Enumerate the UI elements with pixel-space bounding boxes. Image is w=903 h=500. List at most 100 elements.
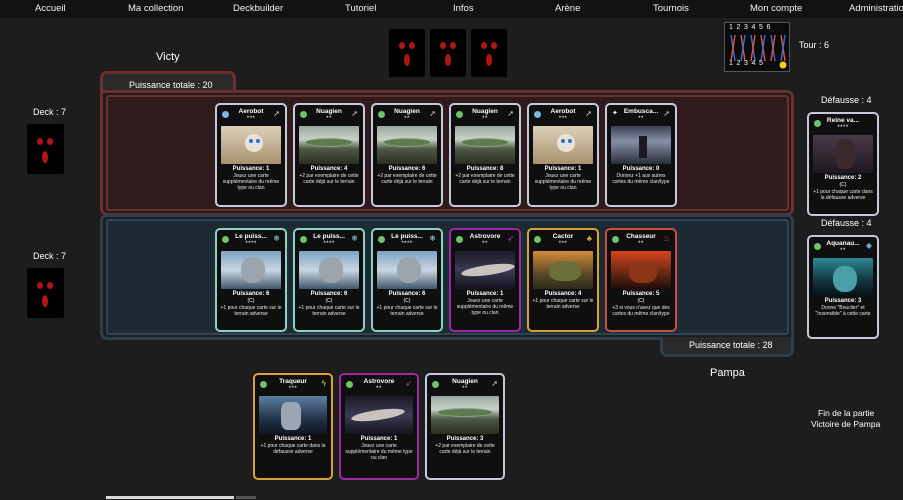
card-power: Puissance: 3: [446, 436, 484, 442]
card-power: Puissance: 4: [544, 291, 582, 297]
card-art: [299, 126, 359, 164]
tracker-top-3: 3: [744, 24, 752, 31]
card-art: [299, 251, 359, 289]
card-power: Puissance: 1: [466, 291, 504, 297]
card-power: Puissance: 3: [824, 298, 862, 304]
nav-tutoriel[interactable]: Tutoriel: [345, 3, 376, 14]
game-card[interactable]: ϟ Traqueur *** Puissance: 1 +1 pour chaque c…: [253, 373, 333, 480]
card-power: Puissance: 6: [388, 291, 426, 297]
card-art: [611, 126, 671, 164]
nav-administration[interactable]: Administration: [849, 3, 903, 14]
card-desc: +1 pour chaque carte sur le terrain adve…: [220, 305, 282, 317]
card-art: [377, 126, 437, 164]
card-stars: **: [482, 241, 488, 247]
player-total-tab: Puissance totale : 28: [660, 337, 794, 357]
game-card[interactable]: ❄ Le puiss... **** Puissance: 6 (C) +1 pour c…: [215, 228, 287, 332]
card-power: Puissance: 4: [310, 166, 348, 172]
card-art: [431, 396, 499, 434]
tracker-bottom-4: 4: [751, 60, 759, 67]
card-desc: Jouez une carte supplémentaire du même t…: [534, 173, 592, 191]
card-name: Nuagien: [472, 108, 498, 115]
card-name: Nuagien: [452, 378, 478, 385]
card-power: Puissance: 6: [232, 291, 270, 297]
opponent-deck-count: Deck : 7: [33, 107, 67, 117]
game-card[interactable]: ◆ Aquanau... ** Puissance: 3 Donne "Bouclier…: [807, 235, 879, 339]
nav-infos[interactable]: Infos: [453, 3, 474, 14]
card-art: [533, 126, 593, 164]
game-card[interactable]: ✦ ➚ Embusca... ** Puissance: 0 Donnez +1 aux …: [605, 103, 677, 207]
nav-accueil[interactable]: Accueil: [35, 3, 66, 14]
game-card[interactable]: ➚ Aerobot *** Puissance: 1 Jouez une carte s…: [527, 103, 599, 207]
game-card[interactable]: ♣ Cactor *** Puissance: 4 +1 pour chaque car…: [527, 228, 599, 332]
card-name: Aerobot: [238, 108, 264, 115]
card-tag: (C): [637, 298, 645, 304]
card-name: Chasseur: [626, 233, 656, 240]
game-card[interactable]: ❄ Le puiss... **** Puissance: 6 (C) +1 pour c…: [293, 228, 365, 332]
tracker-top-1: 1: [729, 24, 737, 31]
opponent-board: [106, 95, 789, 211]
card-art: [533, 251, 593, 289]
card-desc: +2 par exemplaire de cette carte déjà su…: [455, 173, 515, 185]
card-tag: (C): [247, 298, 255, 304]
card-art: [377, 251, 437, 289]
card-stars: ****: [837, 125, 849, 131]
card-power: Puissance: 5: [622, 291, 660, 297]
nav-mon-compte[interactable]: Mon compte: [750, 3, 802, 14]
opponent-discard-label: Défausse : 4: [821, 95, 872, 105]
player-total: Puissance totale : 28: [689, 340, 773, 350]
tracker-bottom-5: 5: [759, 60, 767, 67]
card-art: [813, 258, 873, 296]
game-card[interactable]: ➚ Nuagien ** Puissance: 6 +2 par exemplaire …: [371, 103, 443, 207]
turn-tracker: 123456 12345: [724, 22, 790, 72]
card-tag: (C): [839, 182, 847, 188]
card-desc: +2 par exemplaire de cette carte déjà su…: [377, 173, 437, 185]
game-card[interactable]: ♨ Chasseur ** Puissance: 5 (C) +3 si vous n'a…: [605, 228, 677, 332]
game-card[interactable]: Reine va... **** Puissance: 2 (C) +1 pour ch…: [807, 112, 879, 216]
card-name: Nuagien: [394, 108, 420, 115]
card-power: Puissance: 8: [466, 166, 504, 172]
card-name: Cactor: [552, 233, 574, 240]
card-stars: **: [482, 116, 488, 122]
tracker-top-2: 2: [736, 24, 744, 31]
card-power: Puissance: 6: [388, 166, 426, 172]
card-power: Puissance: 6: [310, 291, 348, 297]
card-desc: +1 pour chaque carte dans la défausse ad…: [260, 443, 326, 455]
card-desc: +1 pour chaque carte sur le terrain adve…: [532, 298, 594, 310]
card-power: Puissance: 0: [622, 166, 660, 172]
game-card[interactable]: ❄ Le puiss... **** Puissance: 6 (C) +1 pour c…: [371, 228, 443, 332]
card-art: [455, 251, 515, 289]
card-stars: ***: [558, 241, 568, 247]
nav-arene[interactable]: Arène: [555, 3, 580, 14]
card-power: Puissance: 1: [544, 166, 582, 172]
card-name: Le puiss...: [391, 233, 423, 240]
scrollbar-thumb[interactable]: [106, 496, 234, 499]
player-deck-count: Deck : 7: [33, 251, 67, 261]
game-card[interactable]: ➚ Aerobot *** Puissance: 1 Jouez une carte s…: [215, 103, 287, 207]
opponent-hand-card: [389, 29, 425, 77]
player-name: Pampa: [710, 367, 745, 379]
tracker-top-6: 6: [766, 24, 774, 31]
card-desc: Jouez une carte supplémentaire du même t…: [222, 173, 280, 191]
game-card[interactable]: ➚ Nuagien ** Puissance: 8 +2 par exemplaire …: [449, 103, 521, 207]
card-name: Astrovore: [363, 378, 395, 385]
game-card[interactable]: ➶ Astrovore ** Puissance: 1 Jouez une carte …: [449, 228, 521, 332]
player-deck[interactable]: [27, 268, 64, 318]
game-card[interactable]: ➶ Astrovore ** Puissance: 1 Jouez une carte …: [339, 373, 419, 480]
card-stars: **: [462, 386, 468, 392]
nav-deckbuilder[interactable]: Deckbuilder: [233, 3, 283, 14]
game-card[interactable]: ➚ Nuagien ** Puissance: 3 +2 par exemplaire …: [425, 373, 505, 480]
card-desc: +1 pour chaque carte dans la défausse ad…: [813, 189, 873, 201]
card-stars: **: [840, 248, 846, 254]
nav-tournois[interactable]: Tournois: [653, 3, 689, 14]
card-art: [259, 396, 327, 434]
player-discard-label: Défausse : 4: [821, 218, 872, 228]
card-stars: ***: [246, 116, 256, 122]
game-card[interactable]: ➚ Nuagien ** Puissance: 4 +2 par exemplaire …: [293, 103, 365, 207]
card-tag: (C): [325, 298, 333, 304]
end-line-2: Victoire de Pampa: [811, 419, 881, 429]
opponent-name: Victy: [156, 51, 180, 63]
opponent-hand-card: [471, 29, 507, 77]
nav-collection[interactable]: Ma collection: [128, 3, 183, 14]
turn-label: Tour : 6: [799, 40, 830, 50]
end-line-1: Fin de la partie: [818, 408, 875, 418]
